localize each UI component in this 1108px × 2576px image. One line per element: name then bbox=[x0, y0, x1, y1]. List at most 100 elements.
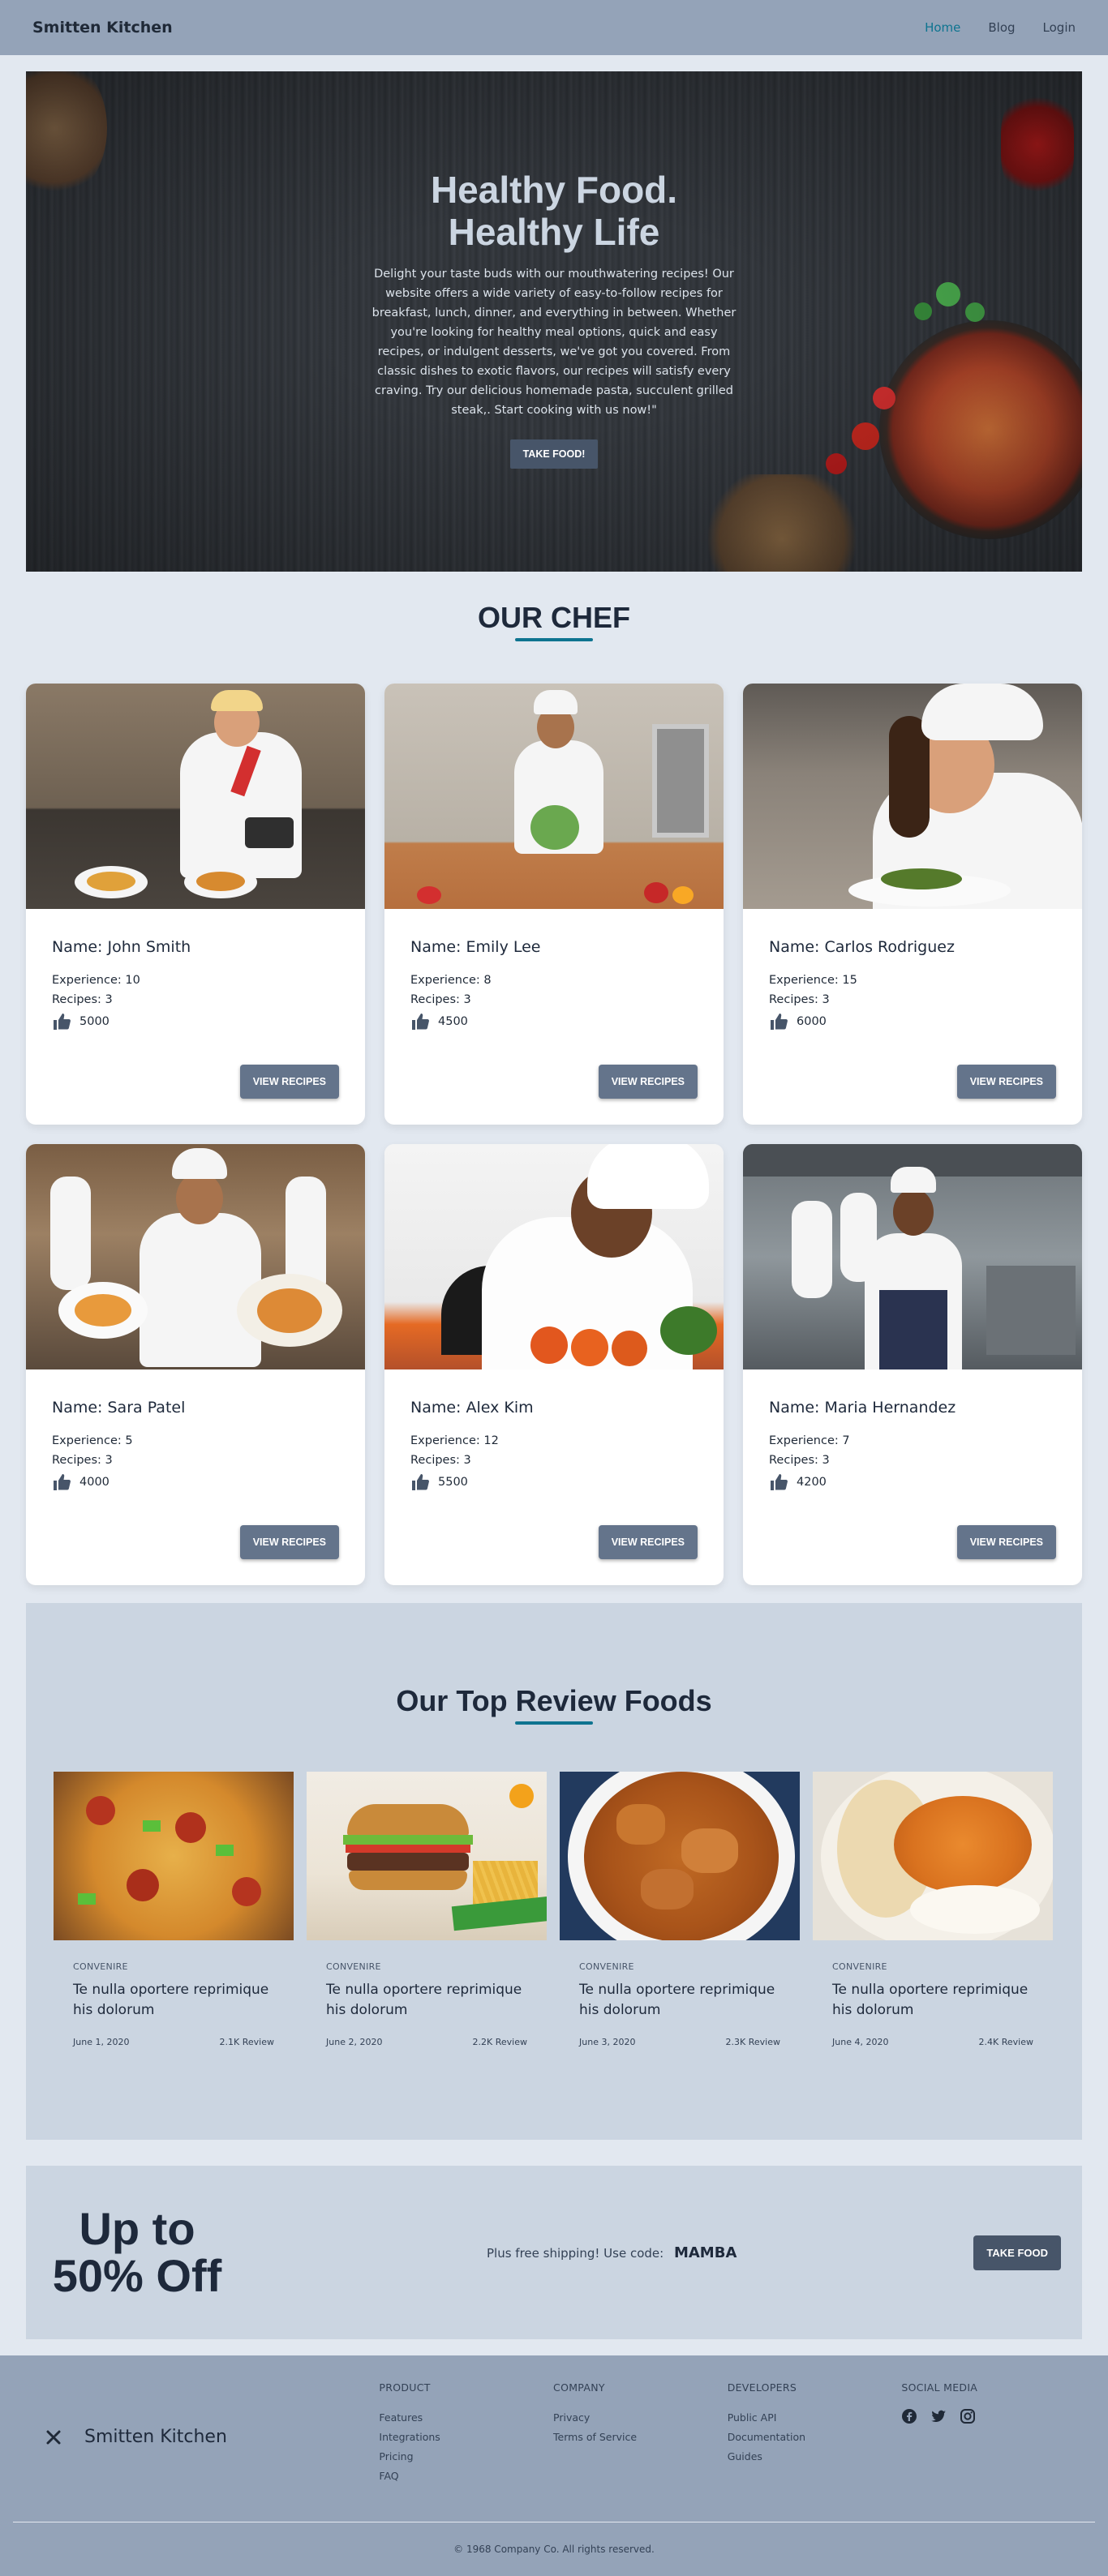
thumbs-up-icon[interactable] bbox=[769, 1473, 788, 1491]
footer-link[interactable]: Integrations bbox=[379, 2428, 553, 2447]
food-title[interactable]: Te nulla oportere reprimique his dolorum bbox=[326, 1980, 527, 2021]
promo-info: Plus free shipping! Use code: MAMBA bbox=[487, 2244, 973, 2261]
food-meta: June 4, 2020 2.4K Review bbox=[832, 2037, 1033, 2047]
food bbox=[75, 1294, 131, 1327]
thumbs-up-icon[interactable] bbox=[410, 1013, 430, 1031]
thumbs-up-icon[interactable] bbox=[410, 1473, 430, 1491]
pepperoni bbox=[86, 1796, 115, 1825]
food-category: CONVENIRE bbox=[73, 1961, 128, 1972]
thumbs-up-icon[interactable] bbox=[52, 1013, 71, 1031]
patty bbox=[347, 1853, 469, 1871]
footer-column-company: COMPANY Privacy Terms of Service bbox=[553, 2381, 728, 2486]
review-title-part1: Our Top bbox=[396, 1684, 516, 1717]
food-grid: CONVENIRE Te nulla oportere reprimique h… bbox=[54, 1772, 1054, 2047]
stove bbox=[986, 1266, 1076, 1355]
chef-body: Name: Alex Kim Experience: 12 Recipes: 3… bbox=[384, 1369, 724, 1491]
food-meta: June 2, 2020 2.2K Review bbox=[326, 2037, 527, 2047]
chef-name: Name: Alex Kim bbox=[410, 1399, 534, 1417]
chef-recipes: Recipes: 3 bbox=[769, 993, 830, 1006]
chef-photo bbox=[26, 684, 365, 909]
title-underline bbox=[515, 638, 593, 641]
salad-bowl bbox=[530, 805, 579, 850]
footer-link[interactable]: Documentation bbox=[728, 2428, 902, 2447]
brand-name[interactable]: Smitten Kitchen bbox=[32, 19, 173, 36]
view-recipes-button[interactable]: VIEW RECIPES bbox=[956, 1525, 1056, 1559]
view-recipes-button[interactable]: VIEW RECIPES bbox=[598, 1065, 698, 1099]
food-image[interactable] bbox=[560, 1772, 800, 1940]
chef-card: Name: Maria Hernandez Experience: 7 Reci… bbox=[743, 1144, 1082, 1585]
chef-figure bbox=[180, 732, 302, 878]
chef-card: Name: Carlos Rodriguez Experience: 15 Re… bbox=[743, 684, 1082, 1125]
food-card[interactable]: CONVENIRE Te nulla oportere reprimique h… bbox=[560, 1772, 800, 2047]
view-recipes-button[interactable]: VIEW RECIPES bbox=[598, 1525, 698, 1559]
view-recipes-button[interactable]: VIEW RECIPES bbox=[956, 1065, 1056, 1099]
facebook-icon[interactable] bbox=[901, 2408, 917, 2424]
footer-link[interactable]: FAQ bbox=[379, 2467, 553, 2486]
chef-experience: Experience: 5 bbox=[52, 1434, 133, 1447]
nav-link-blog[interactable]: Blog bbox=[988, 20, 1015, 35]
take-food-button[interactable]: TAKE FOOD! bbox=[509, 439, 599, 469]
instagram-icon[interactable] bbox=[960, 2408, 976, 2424]
food-image[interactable] bbox=[54, 1772, 294, 1940]
footer-link[interactable]: Terms of Service bbox=[553, 2428, 728, 2447]
footer-column-developers: DEVELOPERS Public API Documentation Guid… bbox=[728, 2381, 902, 2486]
chef-likes-count: 5500 bbox=[438, 1476, 468, 1489]
food-review-count: 2.1K Review bbox=[219, 2037, 274, 2047]
chef-face bbox=[893, 1189, 934, 1236]
chef-card: Name: John Smith Experience: 10 Recipes:… bbox=[26, 684, 365, 1125]
food-category: CONVENIRE bbox=[579, 1961, 634, 1972]
chef-body: Name: Carlos Rodriguez Experience: 15 Re… bbox=[743, 909, 1082, 1031]
chicken-piece bbox=[616, 1804, 665, 1845]
view-recipes-button[interactable]: VIEW RECIPES bbox=[239, 1525, 339, 1559]
footer-link[interactable]: Privacy bbox=[553, 2408, 728, 2428]
hero-title: Healthy Food. Healthy Life bbox=[367, 169, 741, 253]
tomato-slice bbox=[346, 1845, 470, 1853]
promo-headline: Up to 50% Off bbox=[47, 2205, 227, 2300]
food bbox=[196, 872, 245, 891]
chef-experience: Experience: 8 bbox=[410, 974, 492, 987]
chef-body: Name: Maria Hernandez Experience: 7 Reci… bbox=[743, 1369, 1082, 1491]
food-card[interactable]: CONVENIRE Te nulla oportere reprimique h… bbox=[54, 1772, 294, 2047]
pepperoni bbox=[127, 1869, 159, 1901]
chef-photo bbox=[743, 1144, 1082, 1369]
chef-name: Name: Carlos Rodriguez bbox=[769, 938, 955, 956]
background-chef bbox=[50, 1177, 91, 1290]
food-title[interactable]: Te nulla oportere reprimique his dolorum bbox=[832, 1980, 1033, 2021]
food-category: CONVENIRE bbox=[832, 1961, 887, 1972]
nav-link-login[interactable]: Login bbox=[1043, 20, 1076, 35]
chef-likes-count: 4500 bbox=[438, 1015, 468, 1028]
footer-column-social: SOCIAL MEDIA bbox=[901, 2381, 1076, 2486]
thumbs-up-icon[interactable] bbox=[52, 1473, 71, 1491]
food-card[interactable]: CONVENIRE Te nulla oportere reprimique h… bbox=[307, 1772, 547, 2047]
chef-experience: Experience: 7 bbox=[769, 1434, 850, 1447]
footer-link[interactable]: Guides bbox=[728, 2447, 902, 2467]
footer-brand[interactable]: Smitten Kitchen bbox=[45, 2388, 379, 2486]
title-underline bbox=[515, 1721, 593, 1725]
promo-text: Plus free shipping! Use code: bbox=[487, 2245, 664, 2261]
take-food-promo-button[interactable]: TAKE FOOD bbox=[973, 2235, 1061, 2270]
footer-link[interactable]: Features bbox=[379, 2408, 553, 2428]
background-chef bbox=[792, 1201, 832, 1298]
food-title[interactable]: Te nulla oportere reprimique his dolorum bbox=[579, 1980, 780, 2021]
food-title[interactable]: Te nulla oportere reprimique his dolorum bbox=[73, 1980, 274, 2021]
footer-link[interactable]: Pricing bbox=[379, 2447, 553, 2467]
chef-section-title: OUR CHEF bbox=[478, 601, 630, 634]
food-review-count: 2.3K Review bbox=[725, 2037, 780, 2047]
food-card[interactable]: CONVENIRE Te nulla oportere reprimique h… bbox=[813, 1772, 1053, 2047]
view-recipes-button[interactable]: VIEW RECIPES bbox=[239, 1065, 339, 1099]
thumbs-up-icon[interactable] bbox=[769, 1013, 788, 1031]
twitter-icon[interactable] bbox=[930, 2408, 947, 2424]
chef-name: Name: Maria Hernandez bbox=[769, 1399, 956, 1417]
chef-photo bbox=[384, 1144, 724, 1369]
nav-link-home[interactable]: Home bbox=[925, 20, 960, 35]
food-image[interactable] bbox=[307, 1772, 547, 1940]
food bbox=[881, 868, 962, 889]
chef-figure bbox=[140, 1213, 261, 1367]
promo-banner: Up to 50% Off Plus free shipping! Use co… bbox=[26, 2166, 1082, 2339]
vegetable bbox=[672, 886, 694, 904]
footer-link[interactable]: Public API bbox=[728, 2408, 902, 2428]
chef-photo bbox=[384, 684, 724, 909]
chef-card: Name: Sara Patel Experience: 5 Recipes: … bbox=[26, 1144, 365, 1585]
food-image[interactable] bbox=[813, 1772, 1053, 1940]
chef-likes: 4500 bbox=[410, 1013, 698, 1031]
